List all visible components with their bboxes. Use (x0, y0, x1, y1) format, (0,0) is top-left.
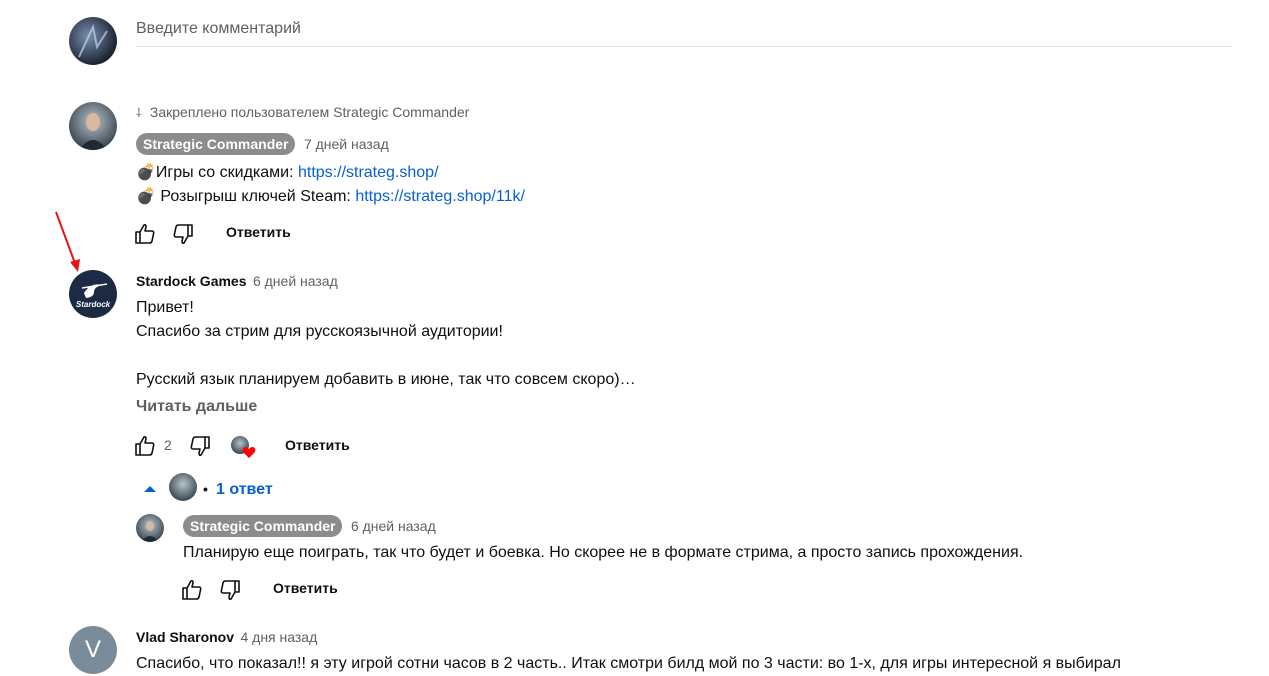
dislike-button[interactable] (218, 578, 242, 602)
avatar[interactable]: Stardock (69, 270, 117, 318)
comment-time[interactable]: 4 дня назад (240, 629, 317, 645)
pinned-label: ⸸ Закреплено пользователем Strategic Com… (136, 104, 470, 120)
comment-text: Планирую еще поиграть, так что будет и б… (183, 544, 1024, 561)
thumb-down-icon (220, 580, 240, 601)
avatar (169, 473, 197, 501)
giveaway-link[interactable]: https://strateg.shop/11k/ (355, 188, 525, 205)
arrow-annotation-icon (55, 211, 80, 272)
reply-button[interactable]: Ответить (285, 437, 350, 453)
thumb-up-icon (182, 579, 202, 600)
comment-header: Strategic Commander 7 дней назад (136, 133, 389, 155)
comment-text: 💣Игры со скидками: https://strateg.shop/… (136, 164, 525, 205)
comment-input-underline (136, 46, 1233, 47)
comment-author[interactable]: Stardock Games (136, 273, 247, 289)
like-count: 2 (164, 437, 172, 453)
reply-button[interactable]: Ответить (273, 580, 338, 596)
dislike-button[interactable] (188, 434, 212, 458)
comment-time[interactable]: 6 дней назад (253, 273, 338, 289)
avatar[interactable]: V (69, 626, 117, 674)
comment-header: Vlad Sharonov 4 дня назад (136, 629, 317, 647)
comment-header: Stardock Games 6 дней назад (136, 273, 338, 291)
replies-toggle[interactable]: • 1 ответ (141, 473, 281, 501)
avatar[interactable] (136, 514, 164, 542)
thumb-up-icon (135, 223, 155, 244)
like-button[interactable] (133, 222, 157, 246)
comment-input[interactable]: Введите комментарий (136, 20, 301, 38)
replies-count[interactable]: 1 ответ (216, 481, 273, 499)
thumb-down-icon (190, 436, 210, 457)
author-chip[interactable]: Strategic Commander (183, 515, 343, 537)
comment-time[interactable]: 7 дней назад (304, 136, 389, 152)
current-user-avatar (69, 17, 117, 65)
heart-icon (242, 447, 256, 458)
comment-text: Спасибо, что показал!! я эту игрой сотни… (136, 655, 1121, 672)
dislike-button[interactable] (171, 222, 195, 246)
avatar-logo-text: Stardock (76, 300, 111, 309)
avatar[interactable] (69, 102, 117, 150)
avatar-letter: V (84, 636, 101, 663)
read-more-button[interactable]: Читать дальше (136, 398, 257, 416)
reply-button[interactable]: Ответить (226, 224, 291, 240)
comment-header: Strategic Commander 6 дней назад (183, 515, 436, 537)
chevron-up-icon (144, 486, 156, 492)
comment-text: Привет! Спасибо за стрим для русскоязычн… (136, 299, 636, 388)
comment-author[interactable]: Vlad Sharonov (136, 629, 234, 645)
thumb-down-icon (173, 224, 193, 245)
like-button[interactable] (133, 434, 157, 458)
comment-time[interactable]: 6 дней назад (351, 518, 436, 534)
shop-link[interactable]: https://strateg.shop/ (298, 164, 439, 181)
pin-icon: ⸸ (136, 106, 142, 120)
like-button[interactable] (180, 578, 204, 602)
thumb-up-icon (135, 435, 155, 456)
creator-heart-badge (231, 436, 259, 460)
author-chip[interactable]: Strategic Commander (136, 133, 296, 155)
